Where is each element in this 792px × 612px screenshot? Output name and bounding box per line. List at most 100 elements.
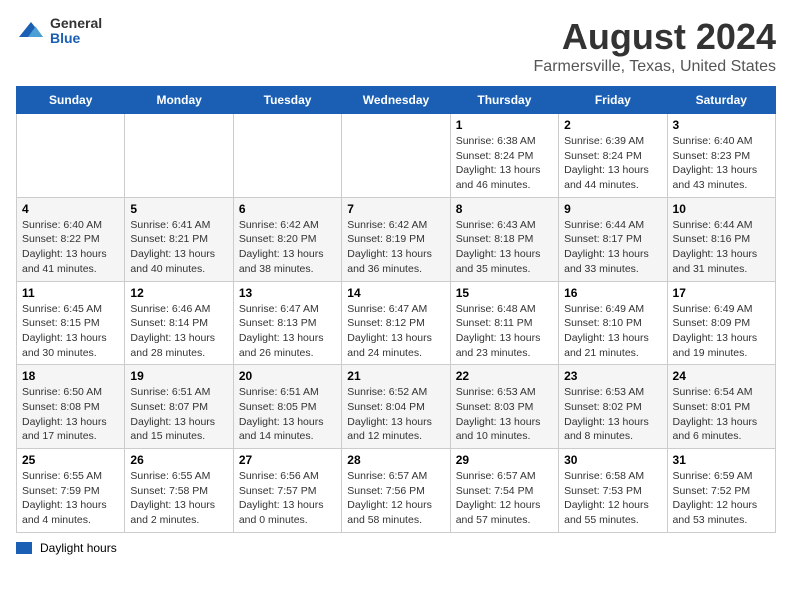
calendar-day: 8 Sunrise: 6:43 AMSunset: 8:18 PMDaylight…	[450, 197, 558, 281]
calendar-day: 17Sunrise: 6:49 AMSunset: 8:09 PMDayligh…	[667, 281, 775, 365]
day-number: 6	[239, 202, 336, 216]
day-info: Sunrise: 6:53 AMSunset: 8:02 PMDaylight:…	[564, 385, 661, 444]
day-number: 21	[347, 369, 444, 383]
day-info: Sunrise: 6:49 AMSunset: 8:09 PMDaylight:…	[673, 302, 770, 361]
logo-icon	[16, 16, 46, 46]
calendar-day: 18Sunrise: 6:50 AMSunset: 8:08 PMDayligh…	[17, 365, 125, 449]
day-number: 5	[130, 202, 227, 216]
day-info: Sunrise: 6:50 AMSunset: 8:08 PMDaylight:…	[22, 385, 119, 444]
calendar-day	[125, 114, 233, 198]
day-info: Sunrise: 6:56 AMSunset: 7:57 PMDaylight:…	[239, 469, 336, 528]
calendar-day: 11Sunrise: 6:45 AMSunset: 8:15 PMDayligh…	[17, 281, 125, 365]
day-info: Sunrise: 6:49 AMSunset: 8:10 PMDaylight:…	[564, 302, 661, 361]
day-number: 19	[130, 369, 227, 383]
calendar-day	[17, 114, 125, 198]
day-info: Sunrise: 6:54 AMSunset: 8:01 PMDaylight:…	[673, 385, 770, 444]
calendar-week: 25 Sunrise: 6:55 AMSunset: 7:59 PMDayligh…	[17, 449, 776, 533]
calendar-day	[233, 114, 341, 198]
day-number: 13	[239, 286, 336, 300]
header-day: Sunday	[17, 87, 125, 114]
day-info: Sunrise: 6:51 AMSunset: 8:05 PMDaylight:…	[239, 385, 336, 444]
logo-general: General	[50, 16, 102, 31]
day-number: 15	[456, 286, 553, 300]
day-number: 9	[564, 202, 661, 216]
calendar-day	[342, 114, 450, 198]
calendar-day: 21Sunrise: 6:52 AMSunset: 8:04 PMDayligh…	[342, 365, 450, 449]
logo-text: General Blue	[50, 16, 102, 47]
day-number: 28	[347, 453, 444, 467]
calendar-day: 28 Sunrise: 6:57 AMSunset: 7:56 PMDayligh…	[342, 449, 450, 533]
day-info: Sunrise: 6:40 AMSunset: 8:22 PMDaylight:…	[22, 218, 119, 277]
day-number: 4	[22, 202, 119, 216]
legend: Daylight hours	[16, 541, 776, 555]
day-info: Sunrise: 6:51 AMSunset: 8:07 PMDaylight:…	[130, 385, 227, 444]
day-number: 2	[564, 118, 661, 132]
day-info: Sunrise: 6:53 AMSunset: 8:03 PMDaylight:…	[456, 385, 553, 444]
day-number: 16	[564, 286, 661, 300]
calendar-day: 6 Sunrise: 6:42 AMSunset: 8:20 PMDaylight…	[233, 197, 341, 281]
day-info: Sunrise: 6:40 AMSunset: 8:23 PMDaylight:…	[673, 134, 770, 193]
calendar-day: 13 Sunrise: 6:47 AMSunset: 8:13 PMDayligh…	[233, 281, 341, 365]
day-number: 7	[347, 202, 444, 216]
day-number: 23	[564, 369, 661, 383]
calendar-day: 2 Sunrise: 6:39 AMSunset: 8:24 PMDaylight…	[559, 114, 667, 198]
day-info: Sunrise: 6:42 AMSunset: 8:20 PMDaylight:…	[239, 218, 336, 277]
calendar-day: 12 Sunrise: 6:46 AMSunset: 8:14 PMDayligh…	[125, 281, 233, 365]
day-info: Sunrise: 6:44 AMSunset: 8:17 PMDaylight:…	[564, 218, 661, 277]
day-number: 25	[22, 453, 119, 467]
day-info: Sunrise: 6:45 AMSunset: 8:15 PMDaylight:…	[22, 302, 119, 361]
day-info: Sunrise: 6:55 AMSunset: 7:59 PMDaylight:…	[22, 469, 119, 528]
day-number: 12	[130, 286, 227, 300]
calendar-week: 4 Sunrise: 6:40 AMSunset: 8:22 PMDaylight…	[17, 197, 776, 281]
calendar-day: 27 Sunrise: 6:56 AMSunset: 7:57 PMDayligh…	[233, 449, 341, 533]
header-day: Wednesday	[342, 87, 450, 114]
day-info: Sunrise: 6:57 AMSunset: 7:54 PMDaylight:…	[456, 469, 553, 528]
day-number: 3	[673, 118, 770, 132]
calendar-day: 31Sunrise: 6:59 AMSunset: 7:52 PMDayligh…	[667, 449, 775, 533]
day-info: Sunrise: 6:44 AMSunset: 8:16 PMDaylight:…	[673, 218, 770, 277]
day-info: Sunrise: 6:59 AMSunset: 7:52 PMDaylight:…	[673, 469, 770, 528]
day-number: 8	[456, 202, 553, 216]
calendar-week: 11Sunrise: 6:45 AMSunset: 8:15 PMDayligh…	[17, 281, 776, 365]
location-title: Farmersville, Texas, United States	[534, 58, 776, 76]
header-day: Tuesday	[233, 87, 341, 114]
day-info: Sunrise: 6:38 AMSunset: 8:24 PMDaylight:…	[456, 134, 553, 193]
day-info: Sunrise: 6:47 AMSunset: 8:13 PMDaylight:…	[239, 302, 336, 361]
day-info: Sunrise: 6:47 AMSunset: 8:12 PMDaylight:…	[347, 302, 444, 361]
header-row: SundayMondayTuesdayWednesdayThursdayFrid…	[17, 87, 776, 114]
day-info: Sunrise: 6:46 AMSunset: 8:14 PMDaylight:…	[130, 302, 227, 361]
header-day: Thursday	[450, 87, 558, 114]
day-number: 22	[456, 369, 553, 383]
calendar-week: 18Sunrise: 6:50 AMSunset: 8:08 PMDayligh…	[17, 365, 776, 449]
day-number: 26	[130, 453, 227, 467]
day-info: Sunrise: 6:48 AMSunset: 8:11 PMDaylight:…	[456, 302, 553, 361]
calendar-day: 19 Sunrise: 6:51 AMSunset: 8:07 PMDayligh…	[125, 365, 233, 449]
calendar-day: 16 Sunrise: 6:49 AMSunset: 8:10 PMDayligh…	[559, 281, 667, 365]
calendar-day: 9 Sunrise: 6:44 AMSunset: 8:17 PMDaylight…	[559, 197, 667, 281]
day-number: 14	[347, 286, 444, 300]
page-header: General Blue August 2024 Farmersville, T…	[16, 16, 776, 76]
calendar-day: 10Sunrise: 6:44 AMSunset: 8:16 PMDayligh…	[667, 197, 775, 281]
day-info: Sunrise: 6:43 AMSunset: 8:18 PMDaylight:…	[456, 218, 553, 277]
calendar-day: 15 Sunrise: 6:48 AMSunset: 8:11 PMDayligh…	[450, 281, 558, 365]
calendar-day: 14 Sunrise: 6:47 AMSunset: 8:12 PMDayligh…	[342, 281, 450, 365]
day-number: 24	[673, 369, 770, 383]
day-info: Sunrise: 6:57 AMSunset: 7:56 PMDaylight:…	[347, 469, 444, 528]
calendar-day: 7 Sunrise: 6:42 AMSunset: 8:19 PMDaylight…	[342, 197, 450, 281]
calendar-day: 4 Sunrise: 6:40 AMSunset: 8:22 PMDaylight…	[17, 197, 125, 281]
calendar-day: 24 Sunrise: 6:54 AMSunset: 8:01 PMDayligh…	[667, 365, 775, 449]
calendar-day: 30Sunrise: 6:58 AMSunset: 7:53 PMDayligh…	[559, 449, 667, 533]
calendar-day: 26Sunrise: 6:55 AMSunset: 7:58 PMDayligh…	[125, 449, 233, 533]
calendar-day: 3 Sunrise: 6:40 AMSunset: 8:23 PMDaylight…	[667, 114, 775, 198]
logo: General Blue	[16, 16, 102, 47]
calendar-week: 1Sunrise: 6:38 AMSunset: 8:24 PMDaylight…	[17, 114, 776, 198]
day-number: 29	[456, 453, 553, 467]
header-day: Friday	[559, 87, 667, 114]
title-area: August 2024 Farmersville, Texas, United …	[534, 16, 776, 76]
day-info: Sunrise: 6:58 AMSunset: 7:53 PMDaylight:…	[564, 469, 661, 528]
calendar-header: SundayMondayTuesdayWednesdayThursdayFrid…	[17, 87, 776, 114]
day-number: 27	[239, 453, 336, 467]
day-info: Sunrise: 6:39 AMSunset: 8:24 PMDaylight:…	[564, 134, 661, 193]
day-info: Sunrise: 6:42 AMSunset: 8:19 PMDaylight:…	[347, 218, 444, 277]
logo-blue: Blue	[50, 31, 102, 46]
